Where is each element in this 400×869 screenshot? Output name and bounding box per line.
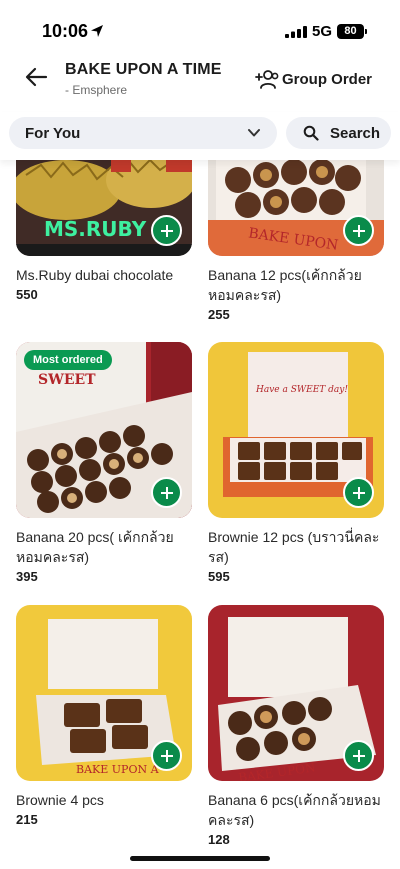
status-bar: 10:06 5G 80 bbox=[0, 0, 400, 50]
group-order-button[interactable]: Group Order bbox=[254, 67, 372, 91]
store-title: BAKE UPON A TIME bbox=[65, 61, 222, 78]
product-card[interactable]: MS.RUBY Ms.Ruby dubai chocolate 550 bbox=[16, 160, 192, 302]
home-indicator[interactable] bbox=[130, 856, 270, 861]
product-grid: MS.RUBY Ms.Ruby dubai chocolate 550 BAKE… bbox=[0, 160, 400, 869]
filter-row: For You Search bbox=[0, 112, 400, 160]
add-to-cart-button[interactable] bbox=[343, 477, 374, 508]
battery-icon: 80 bbox=[337, 24, 364, 39]
product-price: 595 bbox=[208, 569, 230, 584]
product-price: 395 bbox=[16, 569, 38, 584]
search-icon bbox=[303, 125, 319, 141]
image-text: SWEET bbox=[38, 372, 96, 388]
product-name: Banana 20 pcs( เค้กกล้วยหอมคละรส) bbox=[16, 529, 174, 565]
image-text: Have a SWEET day! bbox=[255, 385, 348, 395]
product-name: Banana 12 pcs(เค้กกล้วยหอมคละรส) bbox=[208, 267, 362, 303]
product-image[interactable]: BAKE UPON A bbox=[16, 605, 192, 781]
battery-tip bbox=[365, 29, 367, 34]
product-name: Banana 6 pcs(เค้กกล้วยหอมคละรส) bbox=[208, 792, 381, 828]
product-name: Brownie 4 pcs bbox=[16, 792, 104, 808]
most-ordered-badge: Most ordered bbox=[24, 350, 112, 370]
product-image[interactable]: Have a SWEET day! bbox=[208, 342, 384, 518]
product-card[interactable]: SWEET Most ordered Banana 20 pcs( เค้กกล… bbox=[16, 342, 192, 584]
status-time: 10:06 bbox=[42, 21, 89, 41]
category-label: For You bbox=[25, 125, 81, 142]
group-add-icon bbox=[255, 70, 279, 89]
product-image[interactable]: MS.RUBY bbox=[16, 160, 192, 256]
add-to-cart-button[interactable] bbox=[151, 477, 182, 508]
location-arrow-icon bbox=[91, 25, 103, 37]
signal-icon bbox=[285, 26, 307, 38]
product-price: 255 bbox=[208, 307, 230, 322]
category-dropdown[interactable]: For You bbox=[9, 117, 277, 149]
add-to-cart-button[interactable] bbox=[343, 215, 374, 246]
product-image[interactable]: BAKE UPON bbox=[208, 160, 384, 256]
product-price: 550 bbox=[16, 287, 38, 302]
add-to-cart-button[interactable] bbox=[151, 215, 182, 246]
product-price: 128 bbox=[208, 832, 230, 847]
image-text: MS.RUBY bbox=[44, 217, 147, 241]
add-to-cart-button[interactable] bbox=[343, 740, 374, 771]
product-price: 215 bbox=[16, 812, 38, 827]
product-card[interactable]: Have a SWEET day! Brownie 12 pcs (บราวนี… bbox=[208, 342, 384, 584]
network-type: 5G bbox=[312, 23, 333, 40]
product-card[interactable]: BAKE UPON A Brownie 4 pcs 215 bbox=[16, 605, 192, 827]
product-card[interactable]: BAKE UPON Banana 6 pcs(เค้กกล้วยหอมคละรส… bbox=[208, 605, 384, 847]
search-button[interactable]: Search bbox=[286, 117, 391, 149]
image-text: BAKE UPON A bbox=[76, 763, 160, 776]
product-name: Ms.Ruby dubai chocolate bbox=[16, 267, 174, 283]
product-image[interactable]: BAKE UPON bbox=[208, 605, 384, 781]
product-name: Brownie 12 pcs (บราวนี่คละรส) bbox=[208, 529, 380, 565]
back-arrow-icon[interactable] bbox=[22, 64, 52, 90]
chevron-down-icon bbox=[248, 129, 260, 137]
product-card[interactable]: BAKE UPON Banana 12 pcs(เค้กกล้วยหอมคละร… bbox=[208, 160, 384, 322]
product-image[interactable]: SWEET Most ordered bbox=[16, 342, 192, 518]
store-branch: - Emsphere bbox=[65, 83, 128, 97]
group-order-label: Group Order bbox=[282, 70, 373, 88]
search-label: Search bbox=[330, 125, 381, 142]
add-to-cart-button[interactable] bbox=[151, 740, 182, 771]
